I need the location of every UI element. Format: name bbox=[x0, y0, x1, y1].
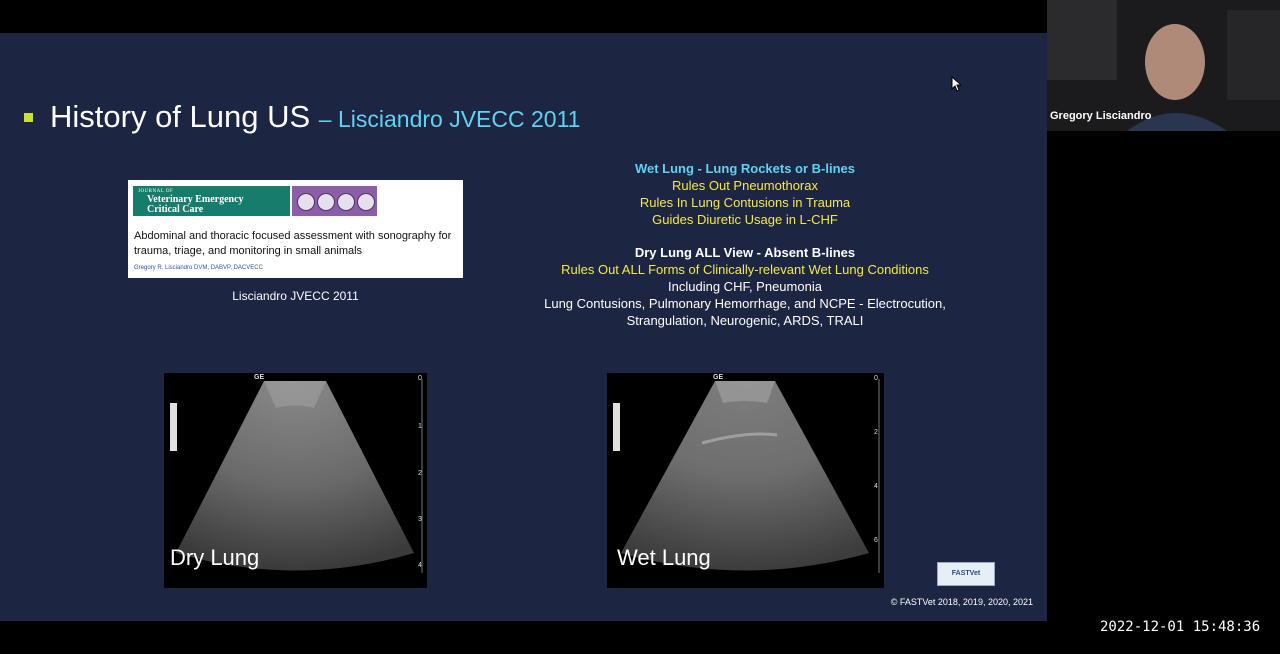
dry-lung-heading: Dry Lung ALL View - Absent B-lines bbox=[634, 245, 856, 260]
wet-lung-line: Guides Diuretic Usage in L-CHF bbox=[652, 212, 838, 227]
article-author: Gregory R. Lisciandro DVM, DABVP, DACVEC… bbox=[134, 265, 263, 271]
dry-lung-line: Lung Contusions, Pulmonary Hemorrhage, a… bbox=[544, 296, 946, 311]
seal-icon bbox=[297, 193, 315, 211]
journal-article-image: JOURNAL OF Veterinary Emergency Critical… bbox=[128, 180, 463, 278]
fastvet-logo: FASTVet bbox=[937, 562, 995, 586]
copyright-text: © FASTVet 2018, 2019, 2020, 2021 bbox=[890, 597, 1033, 607]
dry-lung-line: Rules Out ALL Forms of Clinically-releva… bbox=[561, 262, 929, 277]
mouse-cursor-icon bbox=[951, 76, 961, 92]
wet-lung-line: Rules Out Pneumothorax bbox=[672, 178, 818, 193]
ultrasound-brand-logo: GE bbox=[254, 374, 265, 381]
journal-name-line2: Critical Care bbox=[147, 204, 204, 215]
wet-lung-ultrasound: GE 0 2 4 6 Wet Lung bbox=[607, 373, 884, 588]
presentation-slide: History of Lung US – Lisciandro JVECC 20… bbox=[0, 33, 1047, 621]
seal-icon bbox=[357, 193, 375, 211]
journal-caption: Lisciandro JVECC 2011 bbox=[232, 289, 359, 303]
dry-lung-label: Dry Lung bbox=[170, 545, 260, 570]
seal-icon bbox=[337, 193, 355, 211]
depth-tick: 0 bbox=[874, 375, 878, 382]
bullet-marker bbox=[24, 113, 33, 122]
slide-title: History of Lung US – Lisciandro JVECC 20… bbox=[50, 97, 580, 139]
depth-tick: 3 bbox=[418, 516, 422, 523]
wet-lung-block: Wet Lung - Lung Rockets or B-lines Rules… bbox=[500, 160, 990, 228]
society-seals bbox=[292, 186, 377, 216]
recording-timestamp: 2022-12-01 15:48:36 bbox=[1100, 619, 1261, 635]
dry-lung-line: Strangulation, Neurogenic, ARDS, TRALI bbox=[626, 313, 864, 328]
journal-banner: JOURNAL OF Veterinary Emergency Critical… bbox=[133, 186, 290, 216]
seal-icon bbox=[317, 193, 335, 211]
depth-tick: 4 bbox=[418, 562, 422, 569]
depth-tick: 2 bbox=[874, 429, 878, 436]
webcam-video: Gregory Lisciandro bbox=[1047, 0, 1280, 131]
article-title: Abdominal and thoracic focused assessmen… bbox=[134, 230, 452, 257]
dry-lung-ultrasound: GE 0 1 2 3 4 Dry Lung bbox=[164, 373, 427, 588]
wet-lung-heading: Wet Lung - Lung Rockets or B-lines bbox=[634, 161, 856, 176]
journal-name: Veterinary Emergency Critical Care bbox=[147, 195, 244, 215]
depth-tick: 2 bbox=[418, 470, 422, 477]
depth-tick: 4 bbox=[874, 483, 878, 490]
dry-lung-line: Including CHF, Pneumonia bbox=[668, 279, 822, 294]
slide-title-sub: – Lisciandro JVECC 2011 bbox=[318, 106, 581, 132]
wet-lung-label: Wet Lung bbox=[617, 545, 711, 570]
dry-lung-block: Dry Lung ALL View - Absent B-lines Rules… bbox=[500, 244, 990, 329]
slide-title-main: History of Lung US bbox=[50, 99, 311, 134]
depth-tick: 1 bbox=[418, 423, 422, 430]
ultrasound-brand-logo: GE bbox=[713, 374, 724, 381]
wet-lung-line: Rules In Lung Contusions in Trauma bbox=[639, 195, 851, 210]
depth-tick: 0 bbox=[418, 375, 422, 382]
depth-tick: 6 bbox=[874, 537, 878, 544]
participant-name: Gregory Lisciandro bbox=[1050, 110, 1152, 122]
